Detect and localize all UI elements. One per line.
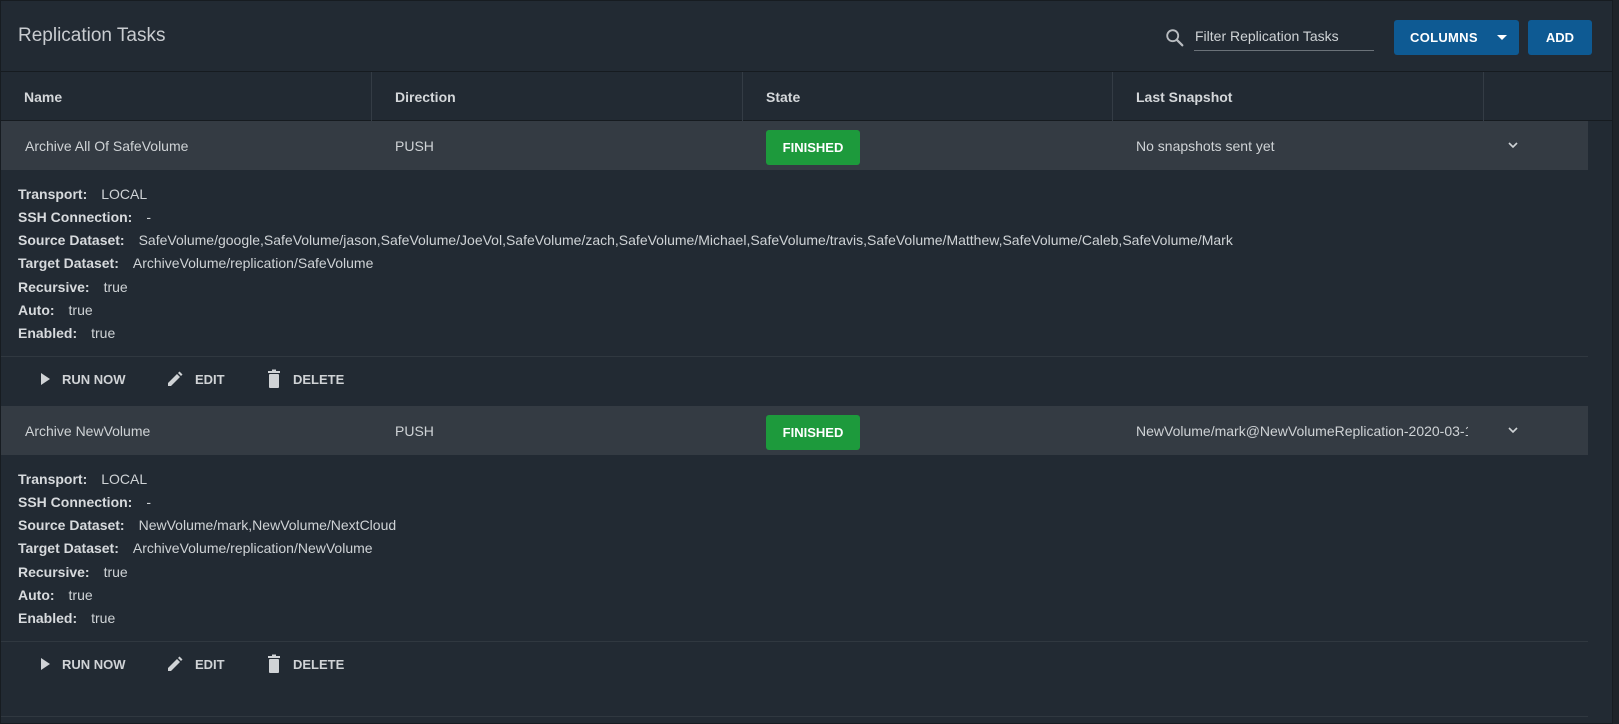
replication-tasks-card: Replication Tasks COLUMNS ADD Name Direc… (0, 0, 1613, 724)
detail-ssh-connection: SSH Connection: - (18, 494, 152, 510)
table-row[interactable]: Archive All Of SafeVolume PUSH FINISHED … (1, 121, 1588, 170)
detail-source-dataset: Source Dataset: SafeVolume/google,SafeVol… (18, 232, 1233, 248)
chevron-down-icon[interactable] (1506, 140, 1520, 150)
run-now-button[interactable]: RUN NOW (38, 368, 126, 390)
divider (1, 356, 1588, 357)
add-button[interactable]: ADD (1528, 20, 1592, 55)
play-icon (41, 658, 50, 670)
divider (1, 641, 1588, 642)
task-direction: PUSH (395, 422, 434, 439)
search-icon (1166, 29, 1184, 47)
status-badge[interactable]: FINISHED (766, 415, 860, 450)
task-direction: PUSH (395, 137, 434, 154)
caret-down-icon (1497, 35, 1507, 40)
detail-recursive: Recursive: true (18, 564, 128, 580)
delete-button[interactable]: DELETE (265, 368, 344, 390)
pencil-icon (168, 371, 183, 386)
column-header-last-snapshot[interactable]: Last Snapshot (1113, 72, 1484, 121)
columns-button[interactable]: COLUMNS (1394, 20, 1519, 55)
table-header: Name Direction State Last Snapshot (1, 72, 1612, 121)
detail-target-dataset: Target Dataset: ArchiveVolume/replication… (18, 540, 373, 556)
detail-transport: Transport: LOCAL (18, 186, 148, 202)
detail-transport: Transport: LOCAL (18, 471, 148, 487)
edit-button[interactable]: EDIT (165, 368, 225, 390)
filter-search-input[interactable] (1194, 25, 1374, 51)
divider (1, 716, 1588, 717)
detail-source-dataset: Source Dataset: NewVolume/mark,NewVolume/… (18, 517, 397, 533)
last-snapshot: No snapshots sent yet (1136, 137, 1275, 154)
task-name: Archive All Of SafeVolume (25, 137, 189, 154)
detail-auto: Auto: true (18, 302, 93, 318)
task-name: Archive NewVolume (25, 422, 151, 439)
page-title: Replication Tasks (18, 25, 166, 46)
last-snapshot: NewVolume/mark@NewVolumeReplication-2020… (1136, 422, 1468, 439)
detail-auto: Auto: true (18, 587, 93, 603)
detail-target-dataset: Target Dataset: ArchiveVolume/replication… (18, 255, 374, 271)
edit-button[interactable]: EDIT (165, 653, 225, 675)
status-badge[interactable]: FINISHED (766, 130, 860, 165)
pencil-icon (168, 656, 183, 671)
card-header: Replication Tasks COLUMNS ADD (1, 1, 1612, 72)
table-row[interactable]: Archive NewVolume PUSH FINISHED NewVolum… (1, 406, 1588, 455)
run-now-button[interactable]: RUN NOW (38, 653, 126, 675)
detail-recursive: Recursive: true (18, 279, 128, 295)
column-header-state[interactable]: State (743, 72, 1113, 121)
play-icon (41, 373, 50, 385)
detail-ssh-connection: SSH Connection: - (18, 209, 152, 225)
detail-enabled: Enabled: true (18, 325, 116, 341)
delete-button[interactable]: DELETE (265, 653, 344, 675)
detail-enabled: Enabled: true (18, 610, 116, 626)
column-header-name[interactable]: Name (1, 72, 372, 121)
column-header-direction[interactable]: Direction (372, 72, 743, 121)
columns-button-label: COLUMNS (1410, 30, 1478, 45)
chevron-down-icon[interactable] (1506, 425, 1520, 435)
trash-icon (268, 369, 280, 388)
trash-icon (268, 654, 280, 673)
